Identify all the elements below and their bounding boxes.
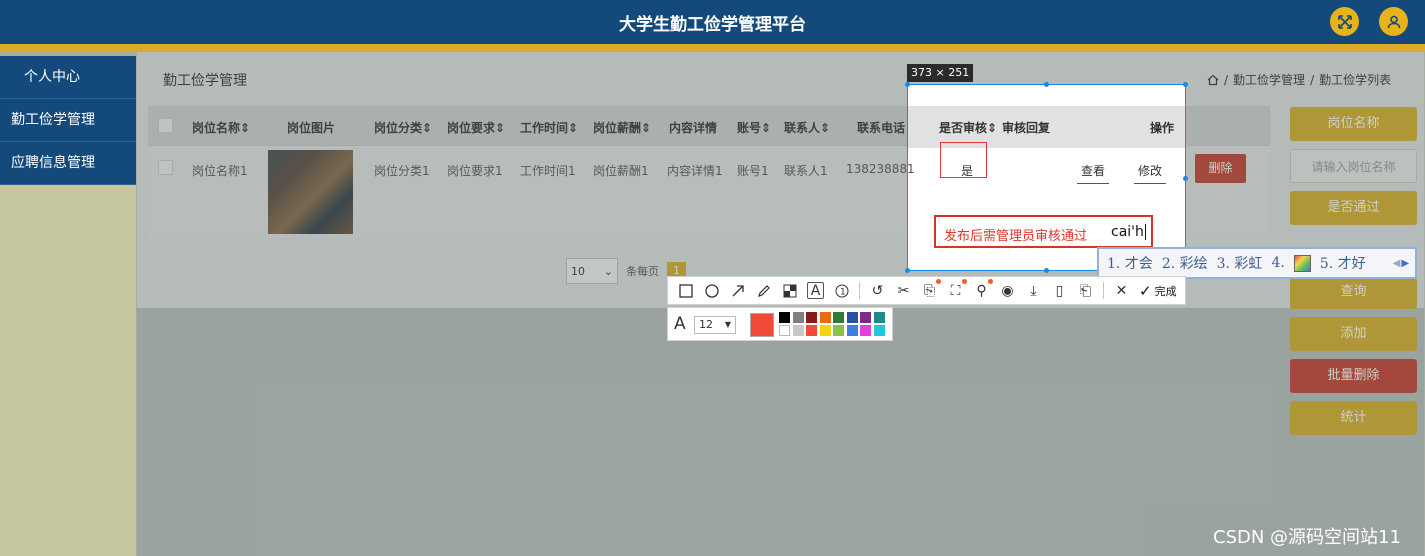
ime-candidate[interactable]: 3. 彩虹 (1217, 253, 1263, 273)
ime-candidate[interactable]: 1. 才会 (1107, 253, 1153, 273)
watermark: CSDN @源码空间站11 (1213, 527, 1401, 548)
resize-handle[interactable] (905, 268, 910, 273)
color-swatch[interactable] (806, 325, 817, 336)
color-swatch[interactable] (860, 312, 871, 323)
ime-candidate[interactable]: 4. (1271, 255, 1284, 271)
long-capture-icon[interactable]: ⛶ (947, 279, 967, 299)
color-swatch[interactable] (873, 325, 885, 336)
annotation-text: 发布后需管理员审核通过 (944, 229, 1088, 244)
column-header: 审核回复 (1002, 121, 1051, 135)
mosaic-tool-icon[interactable] (781, 282, 798, 299)
ime-candidate-bar: 1. 才会 2. 彩绘 3. 彩虹 4. 5. 才好 ◀ ▶ (1097, 247, 1417, 279)
column-header: 是否审核⇕ (939, 121, 998, 135)
ime-picture-candidate-icon[interactable] (1293, 254, 1311, 272)
ime-composition: cai'h (1111, 224, 1146, 240)
done-button[interactable]: ✓ 完成 (1139, 282, 1177, 300)
text-tool-icon[interactable]: A (807, 282, 824, 299)
bookmark-icon[interactable]: ⎗ (1077, 282, 1094, 299)
undo-icon[interactable]: ↺ (869, 282, 886, 299)
resize-handle[interactable] (1044, 82, 1049, 87)
top-header: 大学生勤工俭学管理平台 (0, 0, 1425, 44)
color-swatch[interactable] (806, 312, 817, 323)
chevron-down-icon: ▼ (724, 320, 731, 329)
sidebar: 个人中心 勤工俭学管理 应聘信息管理 (0, 56, 136, 556)
pen-tool-icon[interactable] (755, 282, 772, 299)
toolbar-divider (859, 282, 860, 299)
text-style-bar: A 12 ▼ (667, 307, 893, 341)
download-icon[interactable]: ⤓ (1025, 282, 1042, 299)
font-size-value: 12 (699, 318, 713, 331)
color-swatch[interactable] (779, 312, 790, 323)
app-title: 大学生勤工俭学管理平台 (619, 15, 806, 35)
toolbar-divider (1103, 282, 1104, 299)
resize-handle[interactable] (1044, 268, 1049, 273)
arrow-tool-icon[interactable] (729, 282, 746, 299)
view-button[interactable]: 查看 (1077, 162, 1110, 184)
ime-candidate[interactable]: 5. 才好 (1320, 253, 1366, 273)
color-swatch[interactable] (779, 325, 790, 336)
color-swatch[interactable] (833, 325, 844, 336)
resize-handle[interactable] (905, 82, 910, 87)
cell-phone-tail: 1 (907, 162, 915, 176)
svg-text:1: 1 (840, 287, 846, 297)
ellipse-tool-icon[interactable] (703, 282, 720, 299)
color-swatch[interactable] (846, 312, 858, 323)
number-tool-icon[interactable]: 1 (833, 282, 850, 299)
rectangle-tool-icon[interactable] (677, 282, 694, 299)
cell-audit: 是 (961, 164, 974, 178)
edit-button[interactable]: 修改 (1134, 162, 1167, 184)
color-swatch[interactable] (860, 325, 871, 336)
check-icon: ✓ (1139, 281, 1152, 300)
color-swatch[interactable] (833, 312, 844, 323)
sidebar-item-profile[interactable]: 个人中心 (0, 56, 136, 99)
color-swatch[interactable] (792, 325, 804, 336)
annotation-textbox[interactable]: 发布后需管理员审核通过 cai'h (934, 215, 1153, 248)
expand-icon[interactable] (1330, 7, 1359, 36)
phone-icon[interactable]: ▯ (1051, 282, 1068, 299)
column-header: 操作 (1150, 121, 1175, 135)
color-swatch[interactable] (792, 312, 804, 323)
color-swatch[interactable] (846, 325, 858, 336)
sidebar-item-work-study[interactable]: 勤工俭学管理 (0, 99, 136, 142)
color-swatch[interactable] (819, 325, 831, 336)
pin-icon[interactable]: ⚲ (973, 279, 993, 299)
close-icon[interactable]: ✕ (1113, 282, 1130, 299)
ocr-icon[interactable]: ⎘ (921, 279, 941, 299)
header-accent-line (0, 44, 1425, 51)
ime-prev-icon[interactable]: ◀ (1393, 258, 1401, 269)
font-size-select[interactable]: 12 ▼ (694, 316, 736, 334)
screenshot-toolbar: A 1 ↺ ✂ ⎘ ⛶ ⚲ ◉ ⤓ ▯ ⎗ ✕ ✓ 完成 (667, 276, 1186, 305)
sidebar-item-applications[interactable]: 应聘信息管理 (0, 142, 136, 185)
color-swatch[interactable] (819, 312, 831, 323)
ime-next-icon[interactable]: ▶ (1401, 258, 1409, 269)
scissors-icon[interactable]: ✂ (895, 282, 912, 299)
resize-handle[interactable] (1183, 176, 1188, 181)
font-icon: A (674, 314, 686, 334)
current-color-swatch[interactable] (750, 313, 774, 337)
record-icon[interactable]: ◉ (999, 282, 1016, 299)
color-swatch[interactable] (873, 312, 885, 323)
ime-candidate[interactable]: 2. 彩绘 (1162, 253, 1208, 273)
resize-handle[interactable] (1183, 82, 1188, 87)
user-icon[interactable] (1379, 7, 1408, 36)
done-label: 完成 (1154, 284, 1177, 298)
capture-size-badge: 373 × 251 (907, 64, 974, 82)
